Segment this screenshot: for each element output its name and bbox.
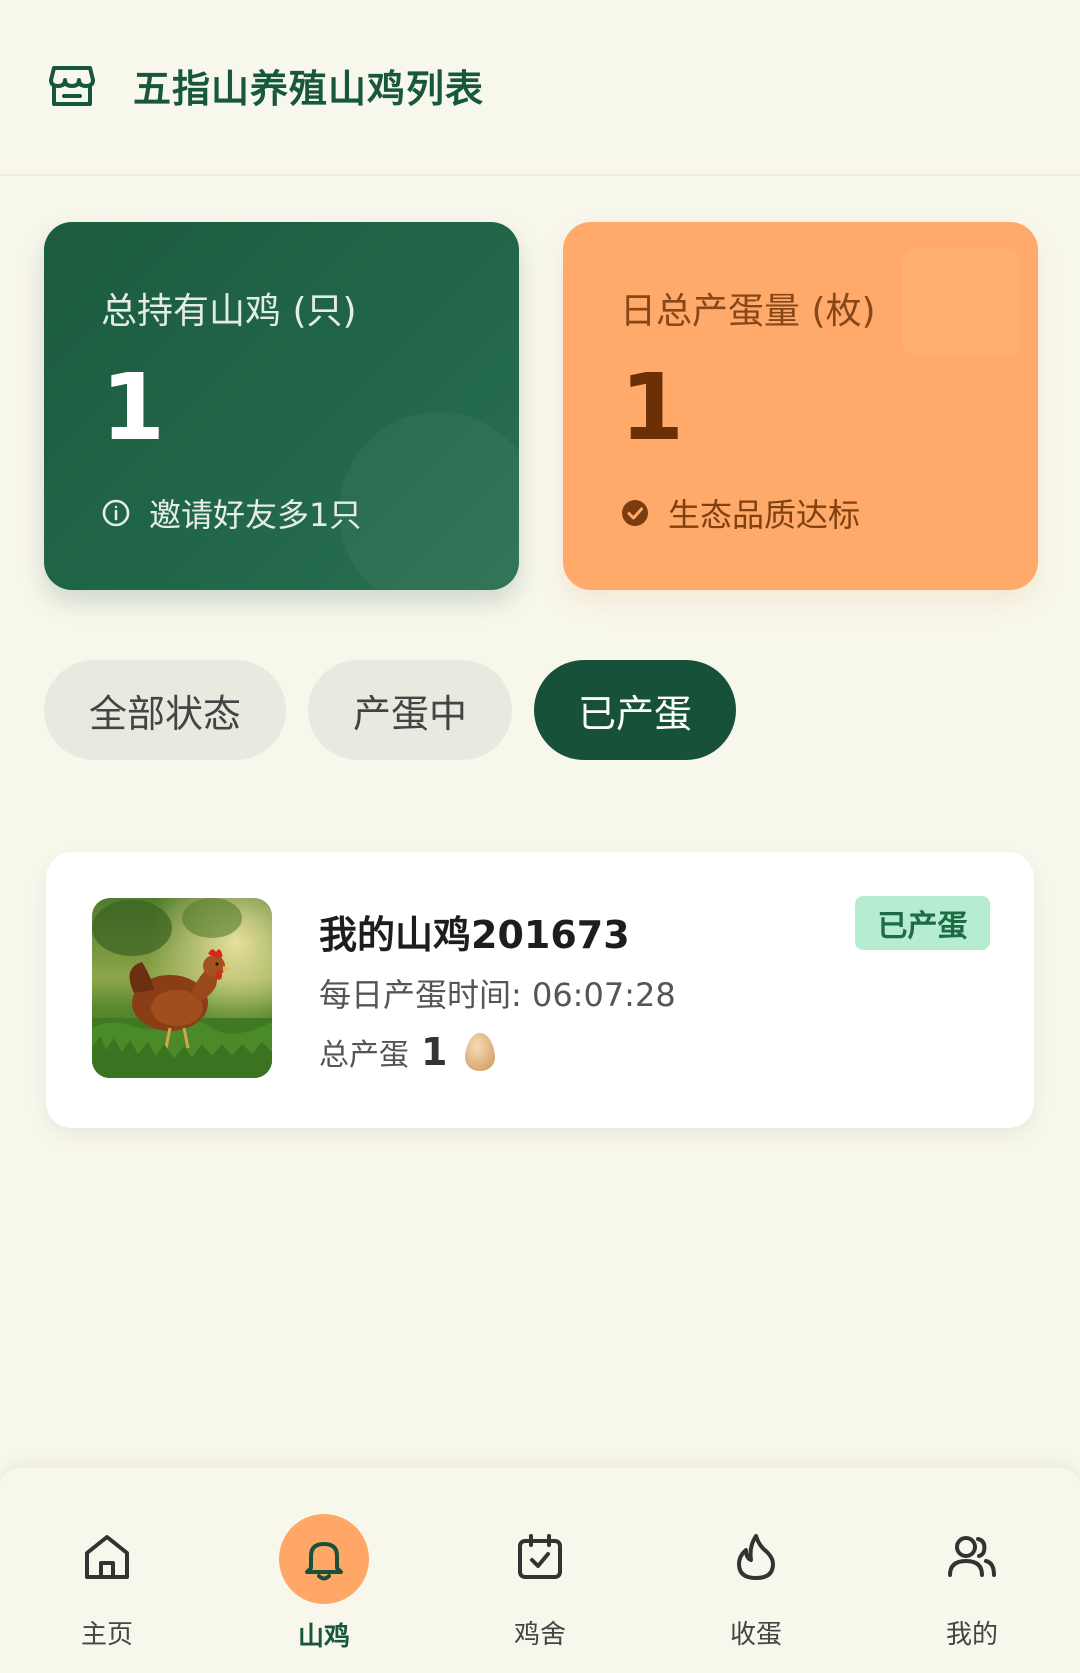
- quality-note: 生态品质达标: [620, 490, 860, 536]
- nav-home-label: 主页: [80, 1620, 133, 1650]
- total-eggs: 总产蛋 1: [319, 1030, 497, 1074]
- invite-note-text: 邀请好友多1只: [149, 496, 362, 534]
- filter-all[interactable]: 全部状态: [44, 660, 286, 760]
- nav-collect-label: 收蛋: [729, 1620, 782, 1650]
- chicken-name: 我的山鸡201673: [319, 913, 630, 957]
- chicken-photo: [92, 898, 272, 1078]
- filter-laid[interactable]: 已产蛋: [534, 660, 736, 760]
- card-decoration: [339, 412, 519, 590]
- total-chickens-value: 1: [101, 354, 166, 461]
- total-chickens-label: 总持有山鸡 (只): [101, 291, 357, 332]
- total-eggs-label: 总产蛋: [319, 1038, 409, 1073]
- flame-icon: [737, 1534, 775, 1580]
- nav-profile[interactable]: 我的: [897, 1468, 1047, 1673]
- status-badge: 已产蛋: [855, 896, 990, 950]
- daily-eggs-card: 日总产蛋量 (枚) 1 生态品质达标: [563, 222, 1038, 590]
- daily-eggs-label: 日总产蛋量 (枚): [620, 291, 876, 332]
- total-eggs-value: 1: [421, 1030, 448, 1074]
- filter-laying[interactable]: 产蛋中: [308, 660, 512, 760]
- users-icon: [948, 1536, 996, 1577]
- store-icon: [49, 66, 95, 106]
- info-icon: [102, 499, 130, 527]
- card-decoration: [902, 248, 1020, 356]
- nav-coop-label: 鸡舍: [513, 1620, 566, 1650]
- nav-profile-label: 我的: [945, 1620, 998, 1650]
- nav-home[interactable]: 主页: [32, 1468, 182, 1673]
- app-header: 五指山养殖山鸡列表: [0, 0, 1080, 176]
- invite-note[interactable]: 邀请好友多1只: [101, 490, 361, 536]
- total-chickens-card: 总持有山鸡 (只) 1 邀请好友多1只: [44, 222, 519, 590]
- calendar-check-icon: [518, 1534, 562, 1579]
- daily-eggs-value: 1: [620, 354, 685, 461]
- page-title: 五指山养殖山鸡列表: [133, 67, 485, 111]
- egg-icon: [465, 1033, 496, 1071]
- nav-coop[interactable]: 鸡舍: [465, 1468, 615, 1673]
- nav-chicken[interactable]: 山鸡: [249, 1468, 399, 1673]
- bell-icon: [305, 1542, 343, 1581]
- bottom-nav: 主页 山鸡 鸡舍 收蛋 我的: [0, 1468, 1080, 1673]
- nav-chicken-label: 山鸡: [297, 1622, 350, 1652]
- quality-note-text: 生态品质达标: [668, 496, 861, 534]
- home-icon: [85, 1535, 129, 1579]
- nav-collect[interactable]: 收蛋: [681, 1468, 831, 1673]
- check-circle-icon: [622, 500, 648, 526]
- daily-lay-time: 每日产蛋时间: 06:07:28: [319, 976, 676, 1014]
- chicken-list-item[interactable]: 我的山鸡201673 每日产蛋时间: 06:07:28 总产蛋 1 已产蛋: [46, 852, 1034, 1128]
